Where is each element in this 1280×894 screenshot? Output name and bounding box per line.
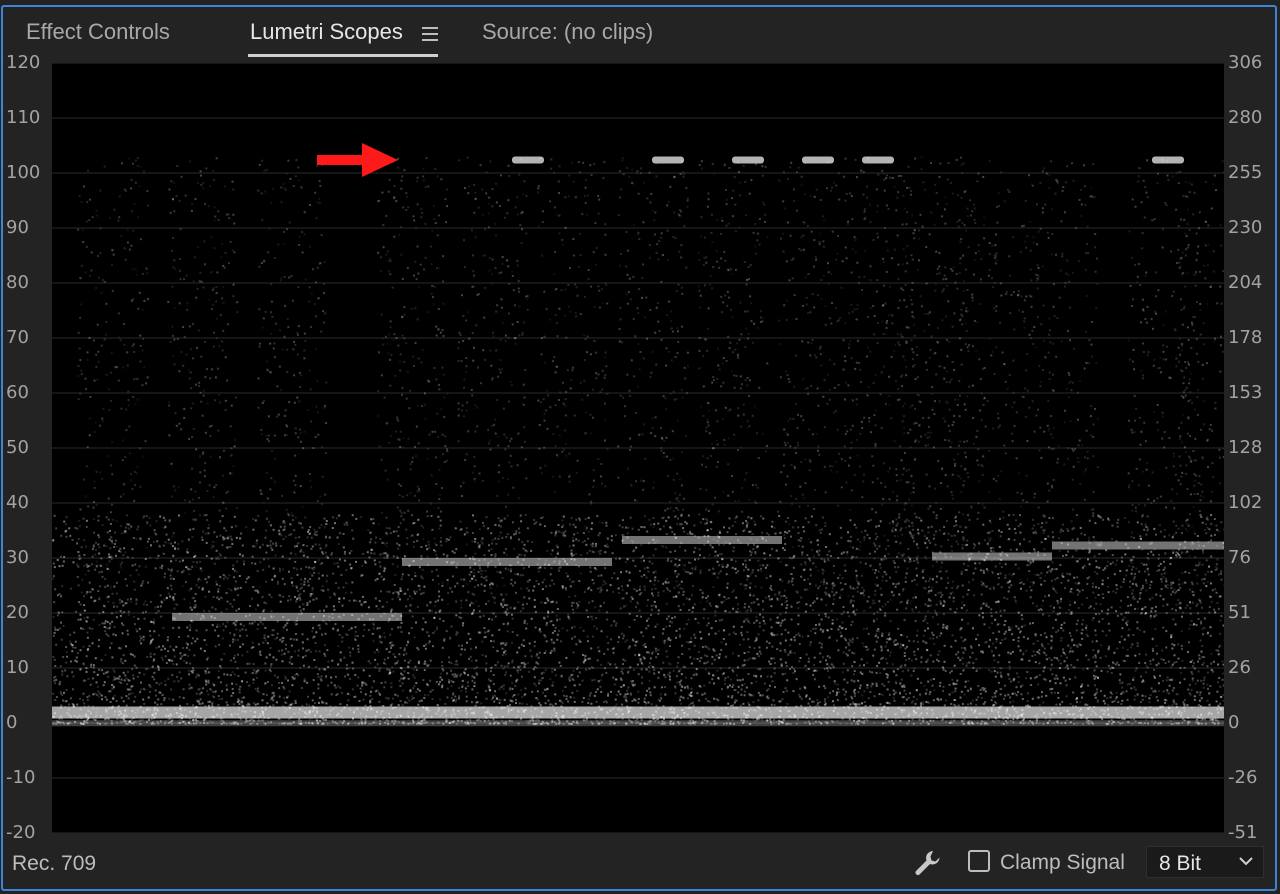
code-value-tick-label: 230 [1228,217,1263,238]
ire-tick-label: 110 [6,107,41,128]
ire-tick-label: 0 [6,712,18,733]
code-value-tick-label: 76 [1228,547,1251,568]
chevron-down-icon [1239,857,1253,866]
clamp-signal-label[interactable]: Clamp Signal [1000,851,1125,875]
code-value-tick-label: 306 [1228,52,1263,73]
bit-depth-dropdown[interactable]: 8 Bit [1146,846,1264,878]
code-value-tick-label: -51 [1228,822,1258,843]
code-value-tick-label: 255 [1228,162,1263,183]
ire-tick-label: 20 [6,602,29,623]
code-value-tick-label: 102 [1228,492,1263,513]
ire-tick-label: 120 [6,52,41,73]
code-value-tick-label: 51 [1228,602,1251,623]
red-arrow-icon [317,143,398,177]
waveform-display [52,63,1224,833]
ire-tick-label: -20 [6,822,36,843]
wrench-icon[interactable] [912,848,942,878]
ire-tick-label: 60 [6,382,29,403]
panel-tab-bar: Effect Controls Lumetri Scopes Source: (… [3,7,1275,63]
ire-tick-label: -10 [6,767,36,788]
ire-tick-label: 80 [6,272,29,293]
code-value-tick-label: 178 [1228,327,1263,348]
code-value-tick-label: 0 [1228,712,1240,733]
waveform-trace [52,156,1224,727]
bit-depth-value: 8 Bit [1159,852,1202,875]
scope-footer: Rec. 709 Clamp Signal 8 Bit [0,842,1280,882]
hamburger-menu-icon[interactable] [422,27,438,41]
code-value-tick-label: 153 [1228,382,1263,403]
clamp-signal-checkbox[interactable] [968,850,990,872]
code-value-tick-label: 26 [1228,657,1251,678]
ire-tick-label: 40 [6,492,29,513]
ire-tick-label: 90 [6,217,29,238]
color-standard-label: Rec. 709 [12,852,97,875]
tab-lumetri-scopes[interactable]: Lumetri Scopes [250,19,403,45]
active-tab-underline [248,54,438,57]
ire-tick-label: 10 [6,657,29,678]
code-value-tick-label: 280 [1228,107,1263,128]
ire-tick-label: 70 [6,327,29,348]
tab-effect-controls[interactable]: Effect Controls [26,19,170,45]
ire-tick-label: 30 [6,547,29,568]
code-value-tick-label: 128 [1228,437,1263,458]
code-value-tick-label: 204 [1228,272,1263,293]
code-value-tick-label: -26 [1228,767,1258,788]
ire-tick-label: 100 [6,162,41,183]
tab-source[interactable]: Source: (no clips) [482,19,653,45]
ire-tick-label: 50 [6,437,29,458]
waveform-scope[interactable] [52,63,1224,833]
